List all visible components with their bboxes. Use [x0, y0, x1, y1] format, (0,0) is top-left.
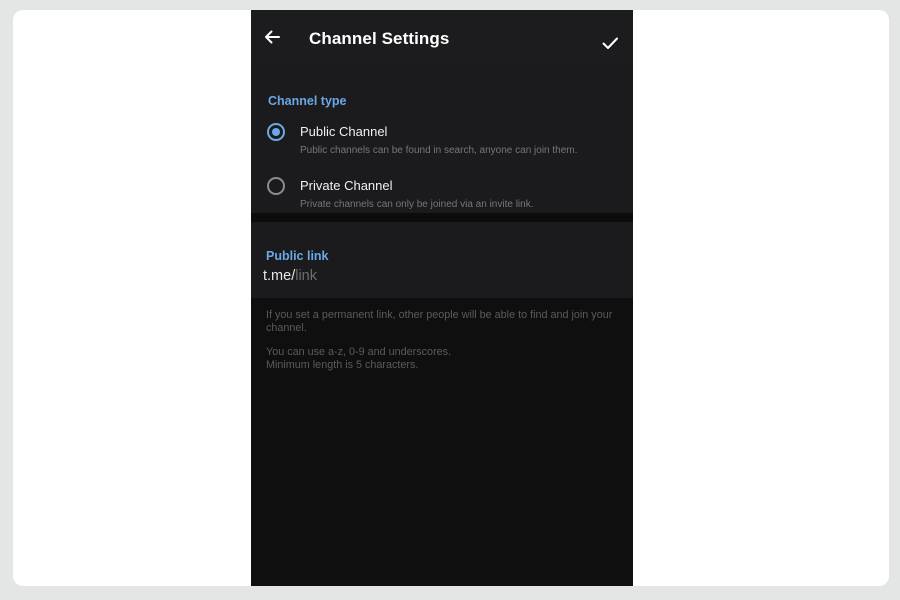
app-bar: Channel Settings — [251, 10, 633, 65]
public-link-section: Public link t.me/link — [251, 222, 633, 298]
public-channel-description: Public channels can be found in search, … — [300, 145, 578, 156]
checkmark-icon — [602, 37, 618, 49]
phone-screen: Channel Settings Channel type Public Cha… — [251, 10, 633, 586]
link-rules-line-2: Minimum length is 5 characters. — [266, 359, 419, 371]
public-link-input[interactable]: t.me/link — [263, 268, 623, 290]
public-channel-label: Public Channel — [300, 124, 388, 139]
link-help-text: If you set a permanent link, other peopl… — [266, 309, 613, 334]
private-channel-label: Private Channel — [300, 178, 393, 193]
link-rules-line-1: You can use a-z, 0-9 and underscores. — [266, 346, 452, 358]
screenshot-frame: Channel Settings Channel type Public Cha… — [13, 10, 889, 586]
page-title: Channel Settings — [309, 29, 450, 48]
link-placeholder: link — [295, 268, 317, 284]
radio-selected-icon[interactable] — [267, 123, 285, 141]
section-divider — [251, 213, 633, 222]
radio-unselected-icon[interactable] — [267, 177, 285, 195]
link-prefix: t.me/ — [263, 268, 296, 284]
confirm-button[interactable] — [597, 30, 623, 56]
arrow-left-icon — [265, 30, 280, 44]
back-button[interactable] — [259, 24, 285, 50]
private-channel-description: Private channels can only be joined via … — [300, 199, 534, 210]
channel-type-header: Channel type — [268, 94, 347, 108]
public-link-header: Public link — [266, 249, 329, 263]
channel-type-section: Channel type Public Channel Public chann… — [251, 65, 633, 213]
public-channel-option[interactable]: Public Channel Public channels can be fo… — [251, 121, 633, 171]
